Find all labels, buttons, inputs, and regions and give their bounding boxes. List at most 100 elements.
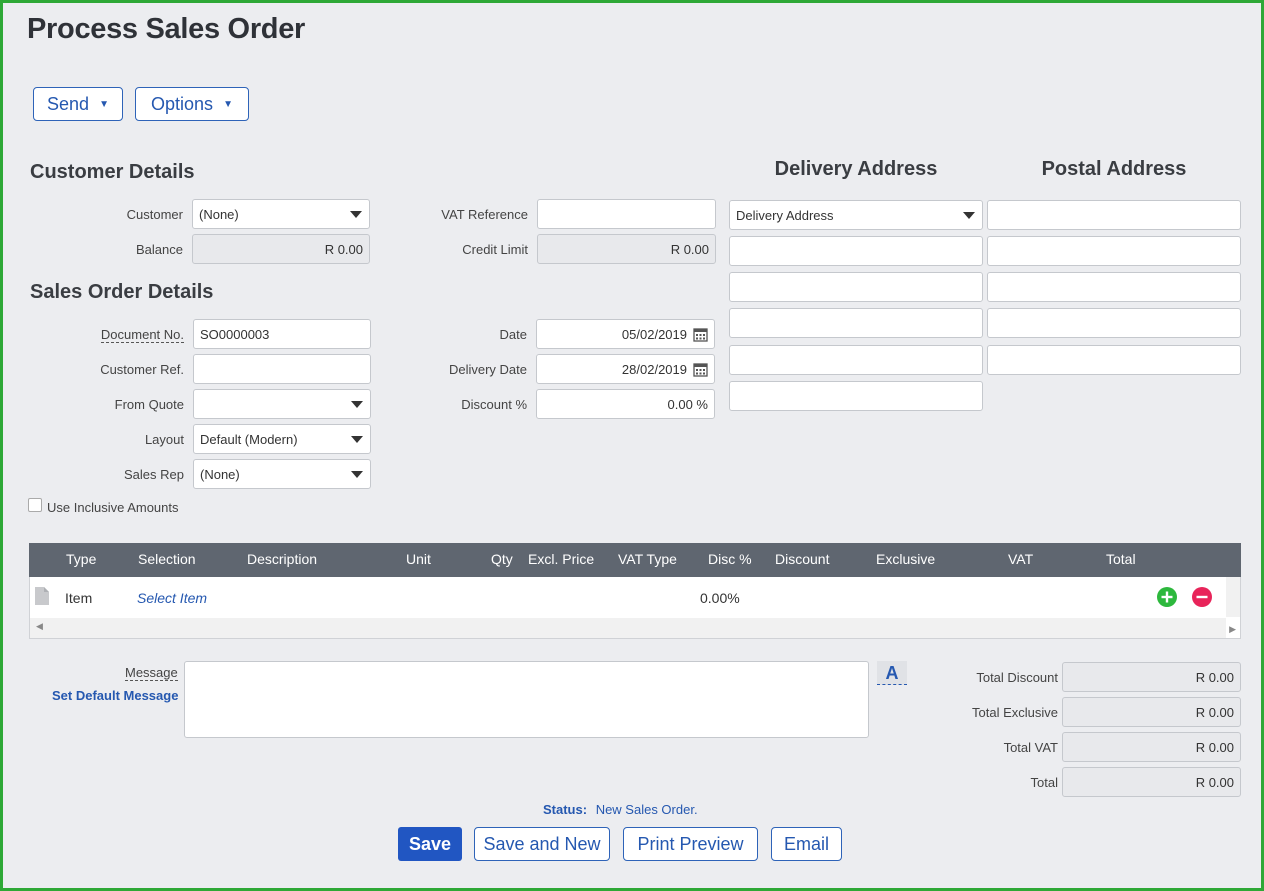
- delivery-address-select-value: Delivery Address: [736, 207, 834, 223]
- total-vat-value: R 0.00: [1195, 739, 1234, 755]
- layout-value: Default (Modern): [200, 431, 298, 447]
- postal-address-line-2[interactable]: [987, 236, 1241, 266]
- delivery-date-label: Delivery Date: [448, 362, 527, 377]
- discount-input[interactable]: 0.00 %: [536, 389, 715, 419]
- customer-details-heading: Customer Details: [30, 161, 195, 183]
- column-disc-percent: Disc %: [708, 551, 752, 567]
- document-no-input[interactable]: SO0000003: [193, 319, 371, 349]
- vat-reference-input[interactable]: [537, 199, 716, 229]
- credit-limit-field: R 0.00: [537, 234, 716, 264]
- credit-limit-label: Credit Limit: [462, 242, 528, 257]
- message-textarea[interactable]: [184, 661, 869, 738]
- delivery-address-line-1[interactable]: [729, 236, 983, 266]
- dropdown-arrow-icon: [351, 436, 363, 443]
- total-discount-field: R 0.00: [1062, 662, 1241, 692]
- delivery-date-input[interactable]: 28/02/2019: [536, 354, 715, 384]
- column-discount: Discount: [775, 551, 830, 567]
- column-qty: Qty: [491, 551, 513, 567]
- postal-address-line-3[interactable]: [987, 272, 1241, 302]
- vertical-scrollbar[interactable]: [1226, 577, 1240, 617]
- set-default-message-link[interactable]: Set Default Message: [52, 688, 178, 703]
- send-button[interactable]: Send ▼: [33, 87, 123, 121]
- total-vat-label: Total VAT: [1003, 740, 1058, 755]
- font-format-button[interactable]: A: [877, 661, 907, 685]
- save-and-new-button[interactable]: Save and New: [474, 827, 610, 861]
- status-label: Status:: [543, 802, 588, 817]
- balance-label: Balance: [136, 242, 183, 257]
- layout-select[interactable]: Default (Modern): [193, 424, 371, 454]
- delivery-address-line-3[interactable]: [729, 308, 983, 338]
- date-input[interactable]: 05/02/2019: [536, 319, 715, 349]
- sales-rep-select[interactable]: (None): [193, 459, 371, 489]
- from-quote-select[interactable]: [193, 389, 371, 419]
- column-excl-price: Excl. Price: [528, 551, 595, 567]
- from-quote-label: From Quote: [114, 397, 184, 412]
- total-exclusive-label: Total Exclusive: [972, 705, 1058, 720]
- add-row-icon[interactable]: [1157, 587, 1177, 607]
- scroll-left-icon[interactable]: ◀: [36, 621, 43, 632]
- date-value: 05/02/2019: [621, 326, 687, 342]
- scroll-right-icon[interactable]: ▶: [1229, 624, 1236, 635]
- discount-label: Discount %: [461, 397, 527, 412]
- total-discount-value: R 0.00: [1195, 669, 1234, 685]
- column-total: Total: [1106, 551, 1136, 567]
- layout-label: Layout: [144, 432, 184, 447]
- discount-value: 0.00 %: [667, 396, 708, 412]
- row-disc-percent: 0.00%: [700, 590, 740, 606]
- dropdown-arrow-icon: [963, 212, 975, 219]
- dropdown-arrow-icon: [350, 211, 362, 218]
- customer-select-value: (None): [199, 206, 239, 222]
- customer-ref-input[interactable]: [193, 354, 371, 384]
- total-discount-label: Total Discount: [976, 670, 1058, 685]
- sales-rep-label: Sales Rep: [124, 467, 184, 482]
- row-type: Item: [65, 590, 93, 606]
- remove-row-icon[interactable]: [1192, 587, 1212, 607]
- document-no-value: SO0000003: [200, 326, 270, 342]
- status-line: Status: New Sales Order.: [543, 802, 698, 817]
- status-value: New Sales Order.: [595, 802, 698, 817]
- document-no-label[interactable]: Document No.: [63, 327, 184, 343]
- caret-down-icon: ▼: [99, 98, 109, 110]
- total-exclusive-field: R 0.00: [1062, 697, 1241, 727]
- postal-address-line-5[interactable]: [987, 345, 1241, 375]
- customer-label: Customer: [126, 207, 183, 222]
- calendar-icon[interactable]: [693, 327, 708, 342]
- line-items-header: Type Selection Description Unit Qty Excl…: [29, 543, 1241, 577]
- customer-ref-label: Customer Ref.: [100, 362, 184, 377]
- postal-address-line-4[interactable]: [987, 308, 1241, 338]
- inclusive-amounts-checkbox[interactable]: [28, 498, 42, 512]
- save-button[interactable]: Save: [398, 827, 462, 861]
- total-label: Total: [1030, 775, 1058, 790]
- column-type: Type: [66, 551, 97, 567]
- column-vat-type: VAT Type: [618, 551, 677, 567]
- send-button-label: Send: [47, 93, 90, 114]
- delivery-date-value: 28/02/2019: [621, 361, 687, 377]
- page-title: Process Sales Order: [27, 13, 306, 45]
- horizontal-scrollbar[interactable]: ◀: [30, 618, 1226, 638]
- column-selection: Selection: [138, 551, 196, 567]
- date-label: Date: [499, 327, 527, 342]
- delivery-address-line-2[interactable]: [729, 272, 983, 302]
- delivery-address-heading: Delivery Address: [774, 158, 938, 180]
- dropdown-arrow-icon: [351, 471, 363, 478]
- balance-field: R 0.00: [192, 234, 370, 264]
- total-vat-field: R 0.00: [1062, 732, 1241, 762]
- sales-order-details-heading: Sales Order Details: [30, 281, 214, 303]
- balance-value: R 0.00: [324, 241, 363, 257]
- delivery-address-line-5[interactable]: [729, 381, 983, 411]
- select-item-link[interactable]: Select Item: [137, 590, 207, 606]
- delivery-address-select[interactable]: Delivery Address: [729, 200, 983, 230]
- vat-reference-label: VAT Reference: [441, 207, 528, 222]
- options-button[interactable]: Options ▼: [135, 87, 249, 121]
- total-field: R 0.00: [1062, 767, 1241, 797]
- customer-select[interactable]: (None): [192, 199, 370, 229]
- print-preview-button[interactable]: Print Preview: [623, 827, 758, 861]
- column-unit: Unit: [406, 551, 431, 567]
- inclusive-amounts-label: Use Inclusive Amounts: [47, 500, 179, 515]
- calendar-icon[interactable]: [693, 362, 708, 377]
- postal-address-line-1[interactable]: [987, 200, 1241, 230]
- email-button[interactable]: Email: [771, 827, 842, 861]
- delivery-address-line-4[interactable]: [729, 345, 983, 375]
- message-label-text: Message: [125, 665, 178, 681]
- options-button-label: Options: [151, 93, 214, 114]
